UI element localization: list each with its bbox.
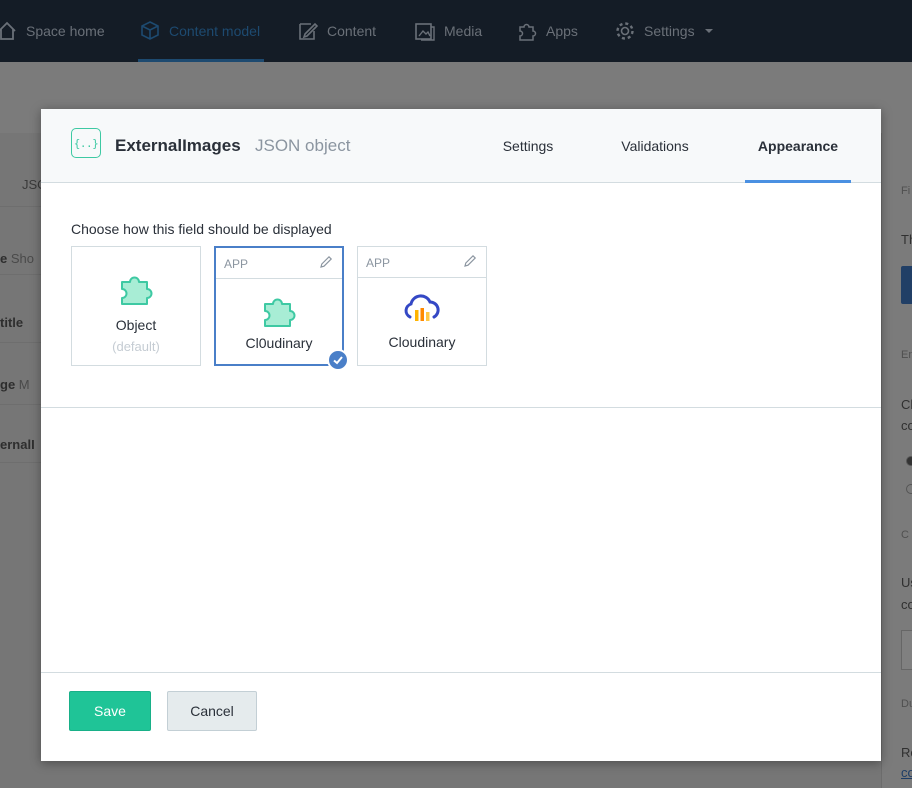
background-text: Fi xyxy=(901,185,911,197)
background-text: co xyxy=(901,597,912,612)
app-tag: APP xyxy=(366,256,391,270)
pencil-icon[interactable] xyxy=(319,255,333,274)
app-tag: APP xyxy=(224,257,249,271)
puzzle-icon xyxy=(216,291,342,331)
nav-item-label: Apps xyxy=(546,23,578,39)
background-text: co xyxy=(901,765,912,780)
tab-appearance[interactable]: Appearance xyxy=(745,109,851,183)
appearance-option-cloudinary[interactable]: APP Cloudinary xyxy=(357,246,487,366)
gear-icon xyxy=(614,20,636,42)
content-icon xyxy=(297,20,319,42)
nav-item-settings[interactable]: Settings xyxy=(614,0,715,62)
background-text: ge M xyxy=(0,365,41,405)
appearance-option-cl0udinary[interactable]: APP Cl0udinary xyxy=(214,246,344,366)
background-text: En xyxy=(901,349,912,361)
background-text: Re xyxy=(901,745,912,760)
option-subtitle: (default) xyxy=(112,339,160,354)
field-name: ExternalImages xyxy=(115,136,241,155)
background-text: ernalI xyxy=(0,427,41,463)
field-editor-modal: {..} ExternalImages JSON object Settings… xyxy=(41,109,881,761)
home-icon xyxy=(0,20,18,42)
background-button xyxy=(901,266,912,304)
background-text: Ch xyxy=(901,397,912,412)
puzzle-icon xyxy=(72,269,200,309)
active-tab-indicator xyxy=(745,180,851,183)
content-model-icon xyxy=(139,20,161,42)
pencil-icon[interactable] xyxy=(463,254,477,273)
nav-item-label: Media xyxy=(444,23,483,39)
nav-item-label: Content xyxy=(327,23,377,39)
cloudinary-logo-icon xyxy=(358,293,486,325)
option-title: Cl0udinary xyxy=(245,335,313,351)
field-list-background: JSO e Sho title ge M ernalI xyxy=(0,133,41,788)
selected-check-icon xyxy=(327,349,349,371)
media-icon xyxy=(414,20,436,42)
option-title: Object xyxy=(115,317,157,333)
cancel-button[interactable]: Cancel xyxy=(167,691,257,731)
top-navigation: Space home Content model Content Media A… xyxy=(0,0,912,62)
card-header: APP xyxy=(216,248,342,279)
option-title: Cloudinary xyxy=(388,334,456,350)
background-text: Th xyxy=(901,232,912,247)
field-type: JSON object xyxy=(255,136,351,155)
background-text: title xyxy=(0,303,41,343)
appearance-prompt: Choose how this field should be displaye… xyxy=(71,221,332,237)
nav-item-content[interactable]: Content xyxy=(297,0,376,62)
nav-item-label: Settings xyxy=(644,23,695,39)
save-button[interactable]: Save xyxy=(69,691,151,731)
nav-item-label: Space home xyxy=(26,23,105,39)
background-text: JSO xyxy=(0,163,41,207)
background-input xyxy=(901,630,912,670)
background-text: e Sho xyxy=(0,241,41,275)
nav-item-label: Content model xyxy=(169,23,261,39)
background-text: co xyxy=(901,418,912,433)
nav-item-space-home[interactable]: Space home xyxy=(0,0,105,62)
card-header: APP xyxy=(358,247,486,278)
nav-item-content-model[interactable]: Content model xyxy=(139,0,260,62)
json-object-icon: {..} xyxy=(71,128,101,158)
background-text: Us xyxy=(901,575,912,590)
modal-header: {..} ExternalImages JSON object Settings… xyxy=(41,109,881,183)
nav-item-media[interactable]: Media xyxy=(414,0,482,62)
appearance-option-object[interactable]: Object (default) xyxy=(71,246,201,366)
tab-settings[interactable]: Settings xyxy=(485,109,571,183)
background-radio xyxy=(906,456,912,466)
tab-validations[interactable]: Validations xyxy=(607,109,703,183)
background-radio xyxy=(906,484,912,494)
background-text: C xyxy=(901,529,909,541)
footer-divider xyxy=(41,672,881,673)
chevron-down-icon xyxy=(703,25,715,37)
background-text: Du xyxy=(901,698,912,710)
apps-icon xyxy=(516,20,538,42)
field-settings-panel-background: Fi Th En Ch co C Us co Du Re co xyxy=(881,133,912,788)
nav-item-apps[interactable]: Apps xyxy=(516,0,578,62)
content-divider xyxy=(41,407,881,408)
